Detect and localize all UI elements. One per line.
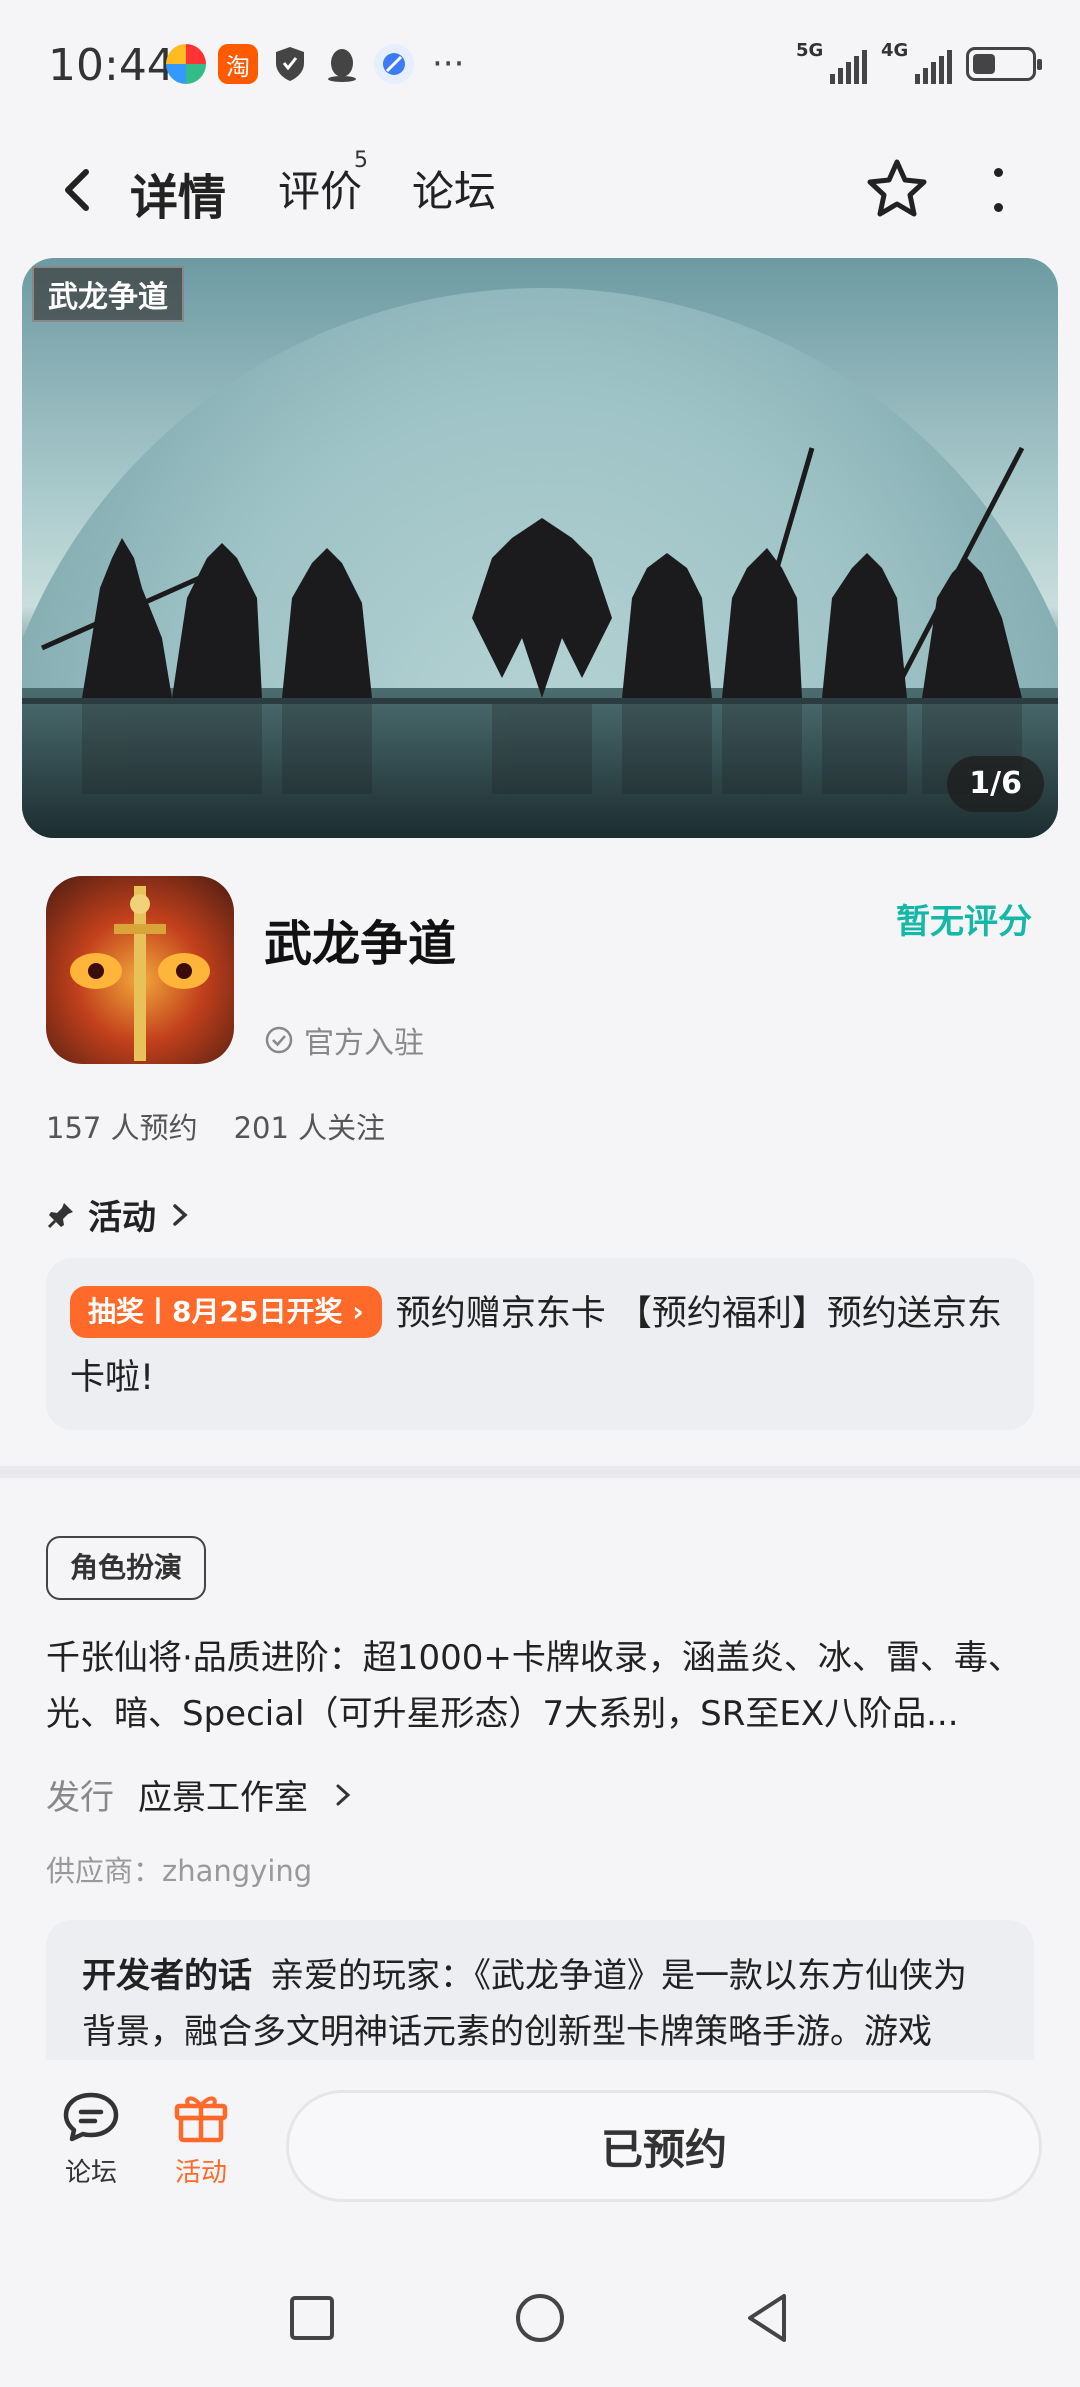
activity-section-header[interactable]: 活动 bbox=[46, 1190, 192, 1239]
status-time: 10:44 bbox=[48, 40, 175, 91]
more-dot-icon bbox=[993, 203, 1003, 212]
app-stats: 157 人预约 201 人关注 bbox=[46, 1105, 385, 1147]
check-circle-icon bbox=[265, 1026, 293, 1054]
qq-icon bbox=[322, 44, 362, 84]
genre-tag[interactable]: 角色扮演 bbox=[46, 1536, 207, 1600]
tab-details[interactable]: 详情 bbox=[130, 158, 226, 228]
browser-icon bbox=[374, 44, 414, 84]
recent-apps-button[interactable] bbox=[282, 2288, 342, 2348]
more-dot-icon bbox=[993, 168, 1003, 177]
notification-icons: 淘 ··· bbox=[166, 44, 464, 84]
tab-forum[interactable]: 论坛 bbox=[412, 158, 496, 219]
forum-button[interactable]: 论坛 bbox=[46, 2090, 136, 2189]
chevron-left-icon bbox=[65, 169, 89, 211]
game-logo: 武龙争道 bbox=[32, 266, 184, 322]
activity-label: 活动 bbox=[174, 2158, 227, 2188]
publisher-name: 应景工作室 bbox=[138, 1778, 308, 1818]
lottery-badge: 抽奖丨8月25日开奖 › bbox=[70, 1286, 382, 1338]
character-silhouettes-image bbox=[22, 446, 1058, 794]
top-nav: 详情 评价 5 论坛 bbox=[0, 130, 1080, 250]
pin-icon bbox=[47, 1202, 73, 1228]
reviews-count: 5 bbox=[354, 148, 368, 173]
circle-icon bbox=[516, 2294, 564, 2342]
supplier-text: 供应商：zhangying bbox=[46, 1854, 313, 1888]
triangle-back-icon bbox=[748, 2294, 786, 2342]
forum-label: 论坛 bbox=[64, 2158, 117, 2188]
shield-icon bbox=[270, 44, 310, 84]
reservation-count: 157 人预约 bbox=[46, 1111, 198, 1145]
game-description[interactable]: 千张仙将·品质进阶：超1000+卡牌收录，涵盖炎、冰、雷、毒、光、暗、Speci… bbox=[46, 1630, 1036, 1742]
back-nav-button[interactable] bbox=[738, 2288, 798, 2348]
status-bar: 10:44 淘 ··· 5G 4G bbox=[0, 0, 1080, 130]
back-button[interactable] bbox=[50, 160, 110, 220]
developer-notes-label: 开发者的话 bbox=[82, 1956, 252, 1996]
more-options-button[interactable] bbox=[980, 162, 1016, 218]
chat-icon bbox=[63, 2092, 119, 2142]
carousel-counter: 1/6 bbox=[947, 756, 1044, 812]
system-navigation-bar bbox=[0, 2260, 1080, 2387]
app-name: 武龙争道 bbox=[264, 916, 457, 972]
dragon-sword-icon bbox=[70, 886, 210, 1061]
tab-reviews[interactable]: 评价 bbox=[278, 158, 362, 219]
gift-icon bbox=[174, 2096, 228, 2143]
system-indicators: 5G 4G bbox=[796, 40, 1042, 84]
home-button[interactable] bbox=[510, 2288, 570, 2348]
publisher-label: 发行 bbox=[46, 1778, 114, 1818]
section-divider bbox=[0, 1466, 1080, 1478]
developer-notes-card[interactable]: 开发者的话 亲爱的玩家：《武龙争道》是一款以东方仙侠为背景，融合多文明神话元素的创… bbox=[46, 1920, 1034, 2060]
activity-section-title: 活动 bbox=[88, 1198, 156, 1238]
rating-text: 暂无评分 bbox=[896, 902, 1032, 942]
signal-5g-icon: 5G bbox=[796, 40, 867, 84]
follower-count: 201 人关注 bbox=[233, 1111, 386, 1145]
battery-icon bbox=[966, 47, 1042, 81]
screenshot-carousel[interactable]: 武龙争道 1/6 bbox=[22, 258, 1058, 838]
bottom-action-bar: 论坛 活动 已预约 bbox=[0, 2060, 1080, 2230]
taobao-icon: 淘 bbox=[218, 44, 258, 84]
official-label: 官方入驻 bbox=[304, 1026, 424, 1061]
signal-4g-icon: 4G bbox=[881, 40, 952, 84]
star-icon bbox=[867, 159, 927, 217]
app-icon bbox=[46, 876, 234, 1064]
official-badge: 官方入驻 bbox=[264, 1018, 424, 1062]
activity-button[interactable]: 活动 bbox=[156, 2090, 246, 2189]
chevron-right-icon bbox=[173, 1203, 188, 1226]
publisher-row[interactable]: 发行 应景工作室 bbox=[46, 1770, 354, 1819]
reserved-button[interactable]: 已预约 bbox=[286, 2090, 1042, 2202]
activity-card[interactable]: 抽奖丨8月25日开奖 › 预约赠京东卡 【预约福利】预约送京东卡啦! bbox=[46, 1258, 1034, 1430]
colorful-app-icon bbox=[166, 44, 206, 84]
square-icon bbox=[290, 2296, 334, 2340]
chevron-right-icon bbox=[336, 1784, 351, 1805]
favorite-button[interactable] bbox=[862, 156, 932, 222]
more-notifications-icon: ··· bbox=[432, 44, 465, 84]
